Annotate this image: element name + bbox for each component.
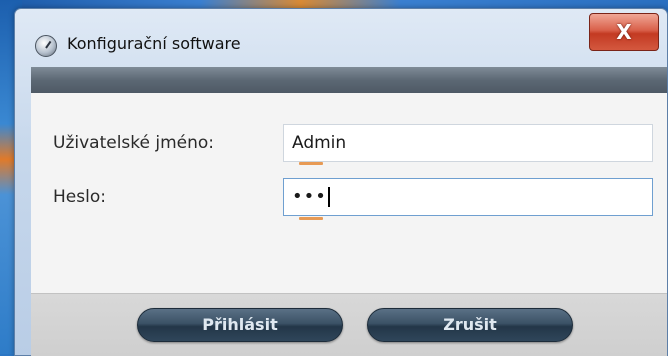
password-label: Heslo:: [53, 187, 106, 207]
username-label: Uživatelské jméno:: [53, 133, 215, 153]
cancel-button[interactable]: Zrušit: [367, 308, 573, 342]
username-value: Admin: [292, 133, 347, 153]
app-gauge-icon: [35, 35, 57, 57]
dialog-client-area: Uživatelské jméno: Admin Heslo: ••• Přih…: [31, 67, 667, 356]
dialog-header-bar: [31, 67, 667, 93]
close-button[interactable]: X: [589, 13, 659, 51]
window-title: Konfigurační software: [67, 34, 241, 53]
dialog-footer: Přihlásit Zrušit: [31, 293, 667, 356]
login-button[interactable]: Přihlásit: [137, 308, 343, 342]
title-bar[interactable]: Konfigurační software X: [15, 9, 667, 65]
login-dialog: Konfigurační software X Uživatelské jmén…: [14, 8, 668, 356]
close-icon: X: [616, 20, 632, 44]
password-field-accent: [299, 217, 323, 220]
username-field[interactable]: Admin: [283, 124, 653, 162]
password-value: •••: [292, 186, 327, 207]
login-form: Uživatelské jméno: Admin Heslo: •••: [31, 93, 667, 293]
password-field[interactable]: •••: [283, 178, 653, 216]
username-field-accent: [299, 162, 323, 165]
text-caret: [327, 187, 330, 207]
